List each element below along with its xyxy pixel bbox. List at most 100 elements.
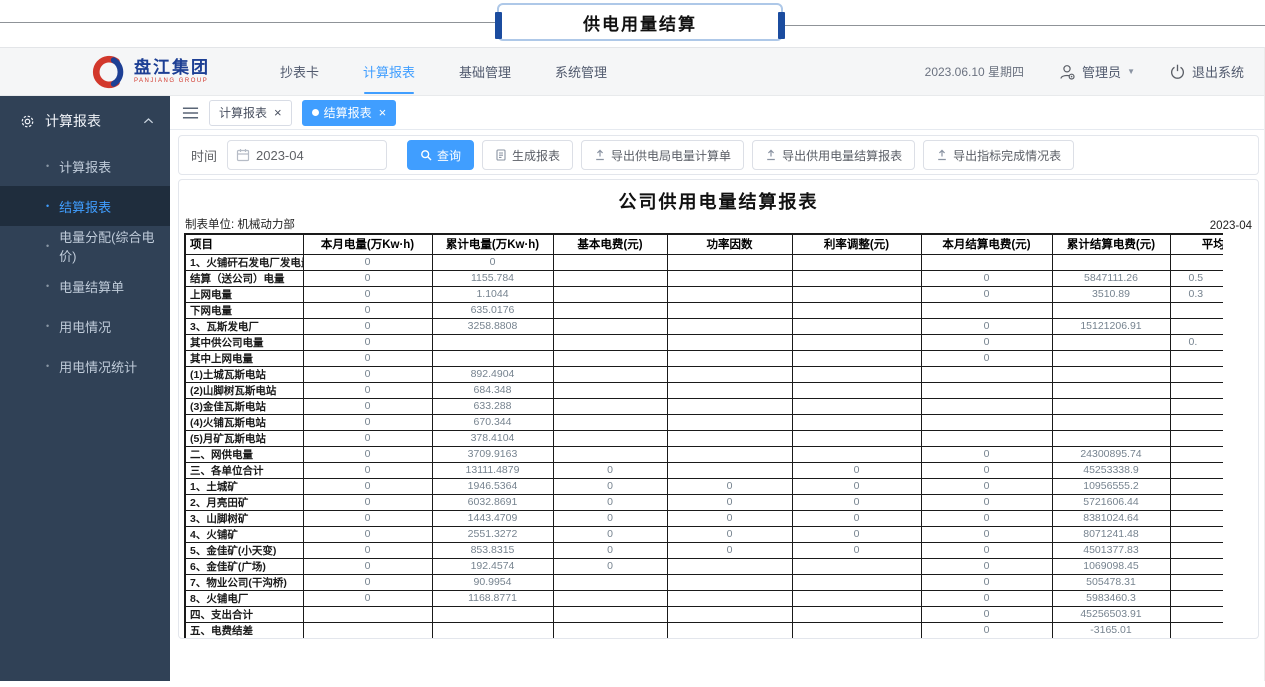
value-cell: 45256503.91: [1052, 606, 1170, 622]
item-cell: 四、支出合计: [185, 606, 303, 622]
main-area: 计算报表 × 结算报表 × 时间: [170, 96, 1264, 681]
value-cell: [553, 334, 667, 350]
value-cell: [1170, 510, 1223, 526]
top-nav-item-label: 计算报表: [363, 62, 415, 81]
value-cell: [553, 302, 667, 318]
value-cell: [792, 558, 921, 574]
generate-report-label: 生成报表: [512, 147, 560, 164]
value-cell: 0: [303, 414, 432, 430]
item-cell: 二、网供电量: [185, 446, 303, 462]
value-cell: [553, 574, 667, 590]
close-icon[interactable]: ×: [379, 106, 387, 119]
value-cell: [921, 430, 1052, 446]
value-cell: 0: [667, 494, 792, 510]
bullet-icon: •: [46, 321, 49, 331]
value-cell: [792, 414, 921, 430]
bullet-icon: •: [46, 241, 49, 251]
sidebar-item[interactable]: • 电量分配(综合电价): [0, 226, 170, 266]
value-cell: 24300895.74: [1052, 446, 1170, 462]
value-cell: [921, 302, 1052, 318]
time-picker[interactable]: [227, 140, 387, 170]
value-cell: 0: [921, 542, 1052, 558]
top-nav-item[interactable]: 计算报表: [341, 48, 437, 96]
value-cell: [792, 398, 921, 414]
table-row: (2)山脚树瓦斯电站 0 684.348: [185, 382, 1223, 398]
close-icon[interactable]: ×: [274, 106, 282, 119]
sidebar-item[interactable]: • 结算报表: [0, 186, 170, 226]
item-cell: 1、火铺矸石发电厂发电量: [185, 254, 303, 270]
value-cell: 892.4904: [432, 366, 553, 382]
value-cell: [553, 430, 667, 446]
value-cell: [792, 366, 921, 382]
export-icon: [936, 149, 948, 161]
export-bureau-calc-button[interactable]: 导出供电局电量计算单: [581, 140, 744, 170]
export-settlement-report-button[interactable]: 导出供用电量结算报表: [752, 140, 915, 170]
view-tab[interactable]: 结算报表 ×: [302, 100, 397, 126]
item-cell: 其中供公司电量: [185, 334, 303, 350]
sidebar: 计算报表 • 计算报表 • 结算报表: [0, 96, 170, 681]
value-cell: [303, 622, 432, 639]
table-row: 三、各单位合计 0 13111.4879 0 0 0 45253338.9: [185, 462, 1223, 478]
logout-button[interactable]: 退出系统: [1169, 62, 1244, 81]
view-tab[interactable]: 计算报表 ×: [209, 100, 292, 126]
value-cell: [667, 302, 792, 318]
value-cell: [667, 558, 792, 574]
value-cell: [792, 590, 921, 606]
value-cell: [1170, 302, 1223, 318]
top-nav: 抄表卡 计算报表 基础管理 系统管理: [258, 48, 629, 96]
generate-report-button[interactable]: 生成报表: [482, 140, 573, 170]
value-cell: 0: [921, 286, 1052, 302]
value-cell: [553, 606, 667, 622]
sidebar-item-label: 电量分配(综合电价): [59, 227, 170, 265]
export-icon: [594, 149, 606, 161]
value-cell: [792, 382, 921, 398]
value-cell: [432, 334, 553, 350]
item-cell: 4、火铺矿: [185, 526, 303, 542]
value-cell: 0.5: [1170, 270, 1223, 286]
export-icon: [765, 149, 777, 161]
brand-name: 盘江集团: [134, 59, 210, 76]
sidebar-item[interactable]: • 电量结算单: [0, 266, 170, 306]
sidebar-item-label: 计算报表: [59, 157, 111, 176]
value-cell: [792, 286, 921, 302]
chevron-up-icon[interactable]: [143, 117, 154, 125]
time-input[interactable]: [256, 148, 378, 163]
value-cell: [792, 606, 921, 622]
hamburger-icon[interactable]: [182, 106, 199, 120]
item-cell: (2)山脚树瓦斯电站: [185, 382, 303, 398]
table-header-row: 项目 本月电量(万Kw·h) 累计电量(万Kw·h) 基本电费(元) 功率因数: [185, 234, 1223, 254]
top-nav-item[interactable]: 抄表卡: [258, 48, 341, 96]
value-cell: 0: [553, 494, 667, 510]
user-icon: [1058, 63, 1076, 81]
value-cell: [553, 382, 667, 398]
value-cell: [667, 382, 792, 398]
value-cell: [432, 606, 553, 622]
sidebar-item[interactable]: • 计算报表: [0, 146, 170, 186]
top-nav-item[interactable]: 基础管理: [437, 48, 533, 96]
table-row: 2、月亮田矿 0 6032.8691 0 0 0 0 5721606.44: [185, 494, 1223, 510]
table-row: 7、物业公司(干沟桥) 0 90.9954 0 505478.31: [185, 574, 1223, 590]
table-row: (5)月矿瓦斯电站 0 378.4104: [185, 430, 1223, 446]
value-cell: [667, 286, 792, 302]
export-bureau-calc-label: 导出供电局电量计算单: [611, 147, 731, 164]
column-header: 项目: [185, 234, 303, 254]
sidebar-item[interactable]: • 用电情况统计: [0, 346, 170, 386]
query-button[interactable]: 查询: [407, 140, 474, 170]
value-cell: 0: [303, 526, 432, 542]
value-cell: [553, 414, 667, 430]
user-menu[interactable]: 管理员 ▼: [1058, 62, 1135, 81]
sidebar-item[interactable]: • 用电情况: [0, 306, 170, 346]
column-header: 功率因数: [667, 234, 792, 254]
search-icon: [420, 149, 432, 161]
value-cell: 1168.8771: [432, 590, 553, 606]
report-title: 公司供用电量结算报表: [179, 188, 1258, 214]
export-indicator-button[interactable]: 导出指标完成情况表: [923, 140, 1074, 170]
value-cell: 670.344: [432, 414, 553, 430]
value-cell: 0: [667, 526, 792, 542]
item-cell: 8、火铺电厂: [185, 590, 303, 606]
sidebar-group-reports[interactable]: 计算报表: [0, 96, 170, 146]
top-nav-item[interactable]: 系统管理: [533, 48, 629, 96]
value-cell: 0: [921, 526, 1052, 542]
value-cell: 1443.4709: [432, 510, 553, 526]
value-cell: 633.288: [432, 398, 553, 414]
